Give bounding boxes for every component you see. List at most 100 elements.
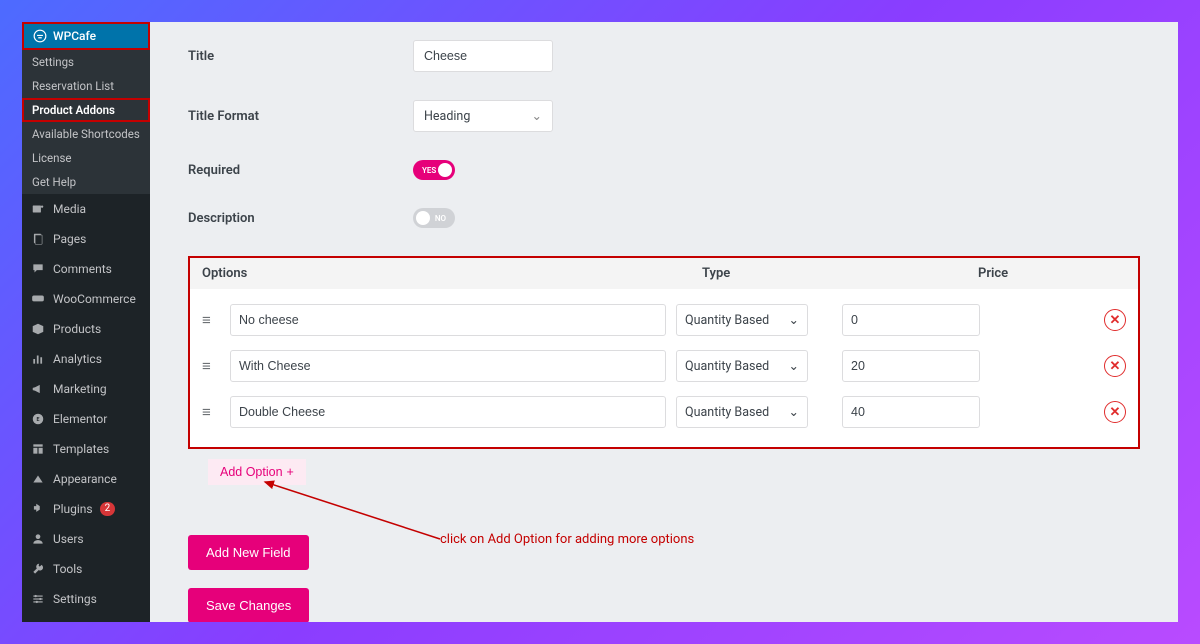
sidebar-item-label: Pages bbox=[53, 232, 86, 246]
tools-icon bbox=[30, 561, 46, 577]
sidebar-item-marketing[interactable]: Marketing bbox=[22, 374, 150, 404]
option-name-input[interactable] bbox=[230, 396, 666, 428]
sidebar-item-templates[interactable]: Templates bbox=[22, 434, 150, 464]
title-format-label: Title Format bbox=[188, 109, 413, 124]
plugins-icon bbox=[30, 501, 46, 517]
description-label: Description bbox=[188, 211, 413, 226]
drag-handle-icon[interactable]: ≡ bbox=[202, 357, 220, 375]
annotation-text: click on Add Option for adding more opti… bbox=[440, 532, 694, 547]
field-title: Title bbox=[188, 40, 1140, 72]
toggle-off-text: NO bbox=[435, 214, 451, 223]
admin-sidebar: WPCafe Settings Reservation List Product… bbox=[22, 22, 150, 622]
sidebar-item-woocommerce[interactable]: WooCommerce bbox=[22, 284, 150, 314]
plugins-update-badge: 2 bbox=[100, 502, 116, 516]
templates-icon bbox=[30, 441, 46, 457]
sidebar-submenu: Settings Reservation List Product Addons… bbox=[22, 50, 150, 194]
sidebar-item-label: Marketing bbox=[53, 382, 107, 396]
options-col-options: Options bbox=[202, 266, 702, 281]
option-row: ≡ Quantity Based⌄ ✕ bbox=[202, 389, 1126, 435]
option-row: ≡ Quantity Based⌄ ✕ bbox=[202, 297, 1126, 343]
add-new-field-button[interactable]: Add New Field bbox=[188, 535, 309, 570]
sidebar-sub-settings[interactable]: Settings bbox=[22, 50, 150, 74]
toggle-on-text: YES bbox=[417, 166, 436, 175]
required-label: Required bbox=[188, 163, 413, 178]
sidebar-item-appearance[interactable]: Appearance bbox=[22, 464, 150, 494]
analytics-icon bbox=[30, 351, 46, 367]
product-icon bbox=[30, 321, 46, 337]
comment-icon bbox=[30, 261, 46, 277]
option-price-input[interactable] bbox=[842, 304, 980, 336]
wpcafe-icon bbox=[32, 28, 48, 44]
options-col-type: Type bbox=[702, 266, 978, 281]
option-type-select[interactable]: Quantity Based⌄ bbox=[676, 350, 808, 382]
option-row: ≡ Quantity Based⌄ ✕ bbox=[202, 343, 1126, 389]
sidebar-item-label: Users bbox=[53, 532, 84, 546]
description-toggle[interactable]: NO bbox=[413, 208, 455, 228]
sidebar-item-elementor[interactable]: E Elementor bbox=[22, 404, 150, 434]
save-changes-button[interactable]: Save Changes bbox=[188, 588, 309, 622]
sidebar-sub-reservation-list[interactable]: Reservation List bbox=[22, 74, 150, 98]
sidebar-item-label: Analytics bbox=[53, 352, 102, 366]
options-header: Options Type Price bbox=[190, 258, 1138, 289]
chevron-down-icon: ⌄ bbox=[532, 108, 542, 124]
sidebar-item-label: Settings bbox=[53, 592, 97, 606]
sidebar-item-label: Plugins bbox=[53, 502, 93, 516]
sidebar-item-label: WooCommerce bbox=[53, 292, 136, 306]
sidebar-item-pages[interactable]: Pages bbox=[22, 224, 150, 254]
add-option-button[interactable]: Add Option + bbox=[208, 459, 306, 485]
option-name-input[interactable] bbox=[230, 304, 666, 336]
sidebar-item-users[interactable]: Users bbox=[22, 524, 150, 554]
option-price-input[interactable] bbox=[842, 350, 980, 382]
settings-icon bbox=[30, 591, 46, 607]
sidebar-item-analytics[interactable]: Analytics bbox=[22, 344, 150, 374]
page-icon bbox=[30, 231, 46, 247]
sidebar-item-label: Comments bbox=[53, 262, 112, 276]
required-toggle[interactable]: YES bbox=[413, 160, 455, 180]
title-input[interactable] bbox=[413, 40, 553, 72]
sidebar-sub-get-help[interactable]: Get Help bbox=[22, 170, 150, 194]
appearance-icon bbox=[30, 471, 46, 487]
options-col-price: Price bbox=[978, 266, 1126, 281]
sidebar-item-settings[interactable]: Settings bbox=[22, 584, 150, 614]
drag-handle-icon[interactable]: ≡ bbox=[202, 403, 220, 421]
sidebar-item-label: Media bbox=[53, 202, 86, 216]
option-type-select[interactable]: Quantity Based⌄ bbox=[676, 396, 808, 428]
app-window: WPCafe Settings Reservation List Product… bbox=[22, 22, 1178, 622]
title-format-value: Heading bbox=[424, 109, 470, 124]
option-delete-button[interactable]: ✕ bbox=[1104, 401, 1126, 423]
sidebar-item-label: Elementor bbox=[53, 412, 107, 426]
options-rows: ≡ Quantity Based⌄ ✕ ≡ Quantity Based⌄ ✕ bbox=[190, 289, 1138, 447]
option-delete-button[interactable]: ✕ bbox=[1104, 309, 1126, 331]
field-description: Description NO bbox=[188, 208, 1140, 228]
option-price-input[interactable] bbox=[842, 396, 980, 428]
svg-text:E: E bbox=[37, 417, 40, 423]
sidebar-sub-shortcodes[interactable]: Available Shortcodes bbox=[22, 122, 150, 146]
title-format-select[interactable]: Heading ⌄ bbox=[413, 100, 553, 132]
chevron-down-icon: ⌄ bbox=[789, 358, 799, 374]
woo-icon bbox=[30, 291, 46, 307]
users-icon bbox=[30, 531, 46, 547]
field-required: Required YES bbox=[188, 160, 1140, 180]
sidebar-item-loco[interactable]: Loco Translate bbox=[22, 614, 150, 622]
sidebar-item-products[interactable]: Products bbox=[22, 314, 150, 344]
sidebar-item-label: Tools bbox=[53, 562, 82, 576]
main-content: Title Title Format Heading ⌄ Required YE… bbox=[150, 22, 1178, 622]
sidebar-item-label: Products bbox=[53, 322, 101, 336]
media-icon bbox=[30, 201, 46, 217]
drag-handle-icon[interactable]: ≡ bbox=[202, 311, 220, 329]
loco-icon bbox=[30, 621, 46, 622]
option-name-input[interactable] bbox=[230, 350, 666, 382]
sidebar-item-comments[interactable]: Comments bbox=[22, 254, 150, 284]
option-delete-button[interactable]: ✕ bbox=[1104, 355, 1126, 377]
marketing-icon bbox=[30, 381, 46, 397]
option-type-select[interactable]: Quantity Based⌄ bbox=[676, 304, 808, 336]
sidebar-wpcafe-label: WPCafe bbox=[53, 29, 96, 43]
sidebar-item-tools[interactable]: Tools bbox=[22, 554, 150, 584]
sidebar-wpcafe-header[interactable]: WPCafe bbox=[22, 22, 150, 50]
sidebar-item-media[interactable]: Media bbox=[22, 194, 150, 224]
sidebar-sub-product-addons[interactable]: Product Addons bbox=[22, 98, 150, 122]
sidebar-sub-license[interactable]: License bbox=[22, 146, 150, 170]
sidebar-item-plugins[interactable]: Plugins 2 bbox=[22, 494, 150, 524]
plus-icon: + bbox=[287, 465, 294, 479]
sidebar-item-label: Appearance bbox=[53, 472, 117, 486]
